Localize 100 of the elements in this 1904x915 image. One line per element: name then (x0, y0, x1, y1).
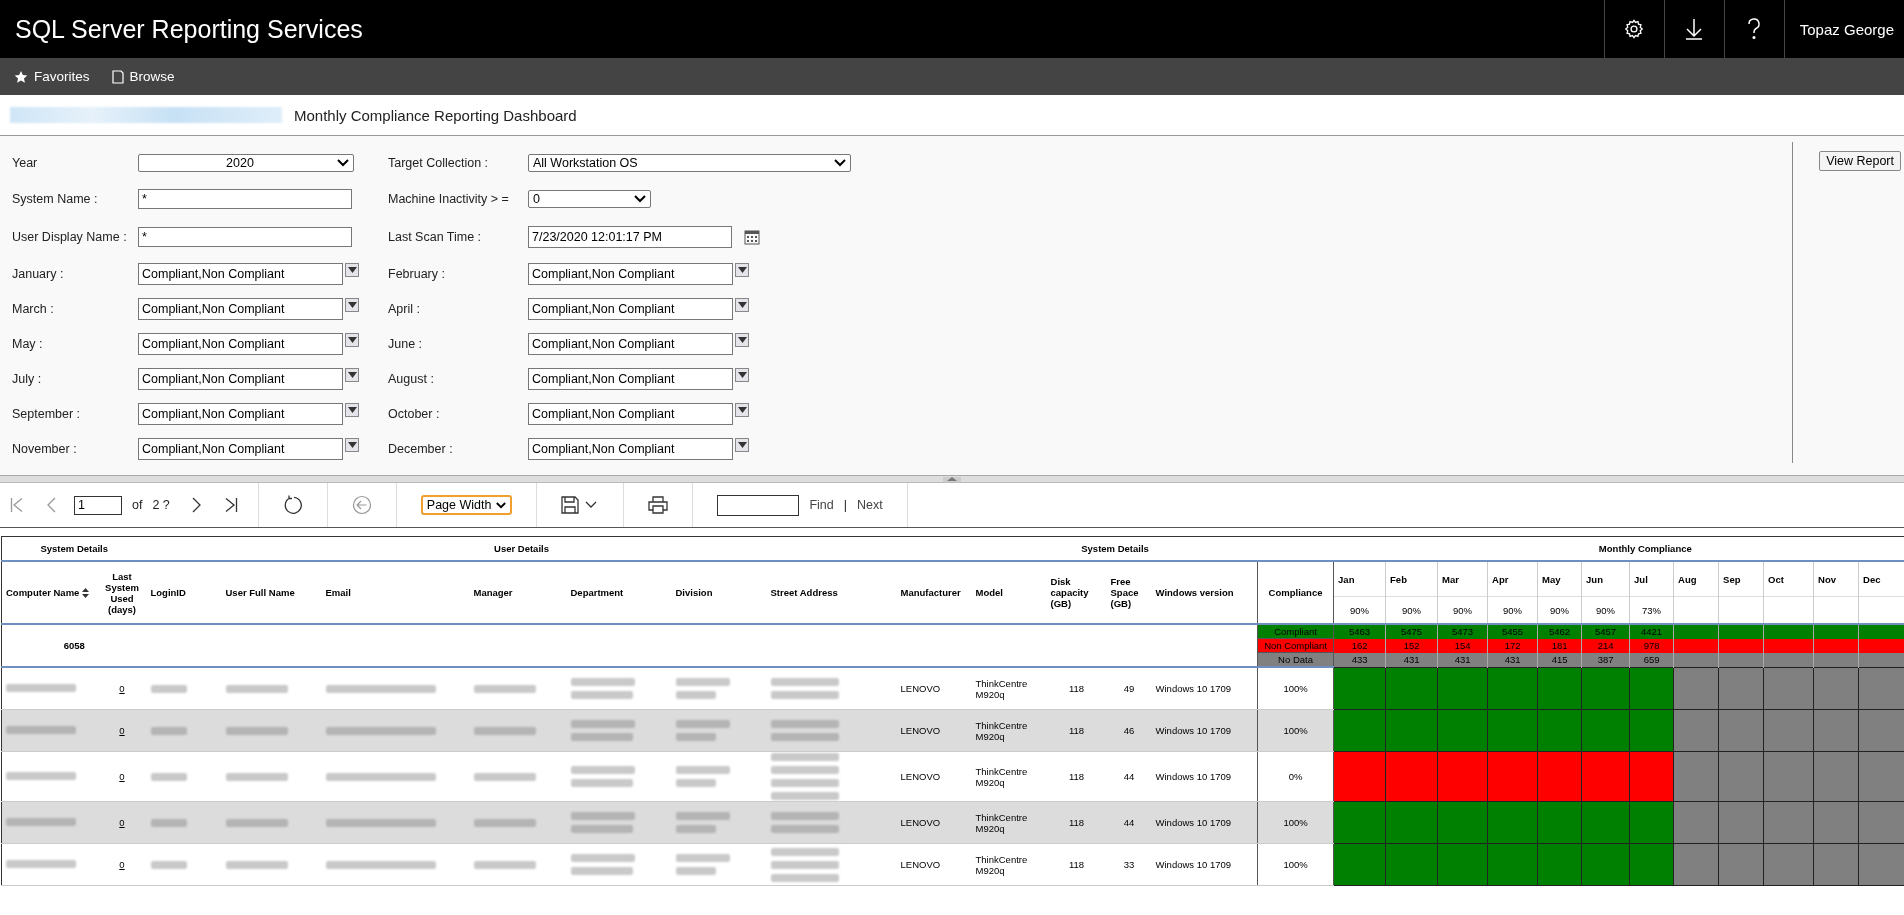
dropdown-button[interactable] (345, 332, 359, 347)
multi-select-field[interactable]: Compliant,Non Compliant (528, 402, 733, 425)
column-group-header: System Details (1081, 543, 1149, 554)
triangle-down-icon (347, 441, 357, 448)
dropdown-button[interactable] (735, 437, 749, 452)
multi-select-field[interactable]: Compliant,Non Compliant (138, 402, 343, 425)
column-group-header: Monthly Compliance (1598, 543, 1692, 554)
print-icon[interactable] (648, 496, 669, 514)
dropdown-button[interactable] (735, 332, 749, 347)
collapse-handle[interactable] (943, 476, 961, 482)
blurred-text-placeholder (225, 725, 288, 736)
dropdown-button[interactable] (345, 297, 359, 312)
refresh-icon[interactable] (282, 495, 303, 515)
previous-page-icon[interactable] (46, 497, 56, 513)
blurred-text-placeholder (570, 677, 635, 700)
multi-select-field[interactable]: Compliant,Non Compliant (138, 332, 343, 355)
blurred-text-placeholder (570, 719, 635, 742)
table-cell: 118 (1068, 817, 1085, 828)
table-cell: Windows 10 1709 (1155, 683, 1232, 694)
blurred-text-placeholder (150, 859, 187, 870)
blurred-text-placeholder (225, 683, 288, 694)
parameter-label: March : (12, 301, 55, 316)
sort-icon[interactable] (82, 588, 90, 599)
text-input-field[interactable]: * (138, 189, 352, 209)
month-header: Feb (1390, 573, 1407, 585)
blurred-text-placeholder (770, 677, 841, 700)
last-used-link[interactable]: 0 (119, 859, 125, 870)
column-header: Manufacturer (900, 587, 961, 598)
table-cell: LENOVO (900, 725, 941, 736)
dropdown-button[interactable] (345, 437, 359, 452)
month-header: Jun (1586, 573, 1603, 585)
multi-select-field[interactable]: Compliant,Non Compliant (138, 262, 343, 285)
zoom-select[interactable]: Page Width (420, 495, 513, 515)
multi-select-field[interactable]: Compliant,Non Compliant (138, 367, 343, 390)
multi-select-field[interactable]: Compliant,Non Compliant (138, 437, 343, 460)
month-percentage: 90% (1550, 604, 1570, 616)
last-page-icon[interactable] (223, 497, 238, 513)
dropdown-button[interactable] (735, 367, 749, 382)
last-used-link[interactable]: 0 (119, 817, 125, 828)
last-used-link[interactable]: 0 (119, 683, 125, 694)
table-cell: 33 (1123, 859, 1135, 870)
last-used-link[interactable]: 0 (119, 725, 125, 736)
back-icon[interactable] (351, 495, 372, 515)
nav-link[interactable]: Favorites (14, 69, 90, 84)
find-link[interactable]: Find (809, 498, 834, 512)
dropdown-button[interactable] (345, 262, 359, 277)
table-cell: ThinkCentre M920q (975, 853, 1028, 876)
multi-select-field[interactable]: Compliant,Non Compliant (528, 297, 733, 320)
table-cell: 44 (1123, 817, 1135, 828)
blurred-text-placeholder (6, 818, 76, 826)
parameter-label: User Display Name : (12, 230, 128, 244)
column-header: Email (325, 587, 351, 598)
blurred-text-placeholder (770, 811, 841, 834)
month-percentage: 90% (1350, 604, 1370, 616)
table-cell: 118 (1068, 683, 1085, 694)
blurred-text-placeholder (675, 719, 730, 742)
dropdown-button[interactable] (735, 297, 749, 312)
last-used-link[interactable]: 0 (119, 771, 125, 782)
parameter-label: December : (388, 441, 454, 456)
next-link[interactable]: Next (857, 498, 883, 512)
page-count: 2 ? (152, 498, 170, 512)
dropdown-button[interactable] (345, 367, 359, 382)
inactivity-select[interactable]: 0 (528, 190, 651, 208)
table-cell: 100% (1283, 725, 1308, 736)
parameter-label: Machine Inactivity > = (388, 192, 510, 206)
first-page-icon[interactable] (10, 497, 24, 513)
table-cell: 100% (1283, 859, 1308, 870)
find-field[interactable] (717, 494, 800, 516)
dropdown-button[interactable] (345, 402, 359, 417)
multi-select-field[interactable]: Compliant,Non Compliant (528, 437, 733, 460)
blurred-text-placeholder (473, 859, 536, 870)
collection-select[interactable]: All Workstation OS (528, 153, 851, 172)
star-icon (14, 69, 28, 84)
date-input-field[interactable]: 7/23/2020 12:01:17 PM (528, 226, 732, 248)
table-cell: Windows 10 1709 (1155, 817, 1232, 828)
month-percentage: 90% (1402, 604, 1422, 616)
dropdown-button[interactable] (735, 262, 749, 277)
triangle-down-icon (347, 266, 357, 273)
page-number-field[interactable]: 1 (74, 495, 122, 515)
table-cell: 100% (1283, 817, 1308, 828)
text-input-field[interactable]: * (138, 227, 352, 247)
table-cell: LENOVO (900, 859, 941, 870)
page-of-label: of (132, 498, 143, 512)
nav-link[interactable]: Browse (111, 69, 175, 84)
year-select[interactable]: 2020 (138, 153, 354, 172)
blurred-text-placeholder (570, 811, 635, 834)
calendar-icon[interactable] (744, 229, 760, 245)
multi-select-field[interactable]: Compliant,Non Compliant (528, 332, 733, 355)
chevron-down-icon (834, 158, 846, 167)
next-page-icon[interactable] (191, 497, 202, 513)
multi-select-field[interactable]: Compliant,Non Compliant (528, 367, 733, 390)
dropdown-button[interactable] (735, 402, 749, 417)
multi-select-field[interactable]: Compliant,Non Compliant (138, 297, 343, 320)
triangle-down-icon (737, 266, 747, 273)
month-percentage: 90% (1453, 604, 1473, 616)
multi-select-field[interactable]: Compliant,Non Compliant (528, 262, 733, 285)
column-header[interactable]: Computer Name (6, 586, 90, 599)
column-header: Model (975, 587, 1003, 598)
triangle-down-icon (737, 371, 747, 378)
view-report-button[interactable]: View Report (1819, 151, 1901, 171)
